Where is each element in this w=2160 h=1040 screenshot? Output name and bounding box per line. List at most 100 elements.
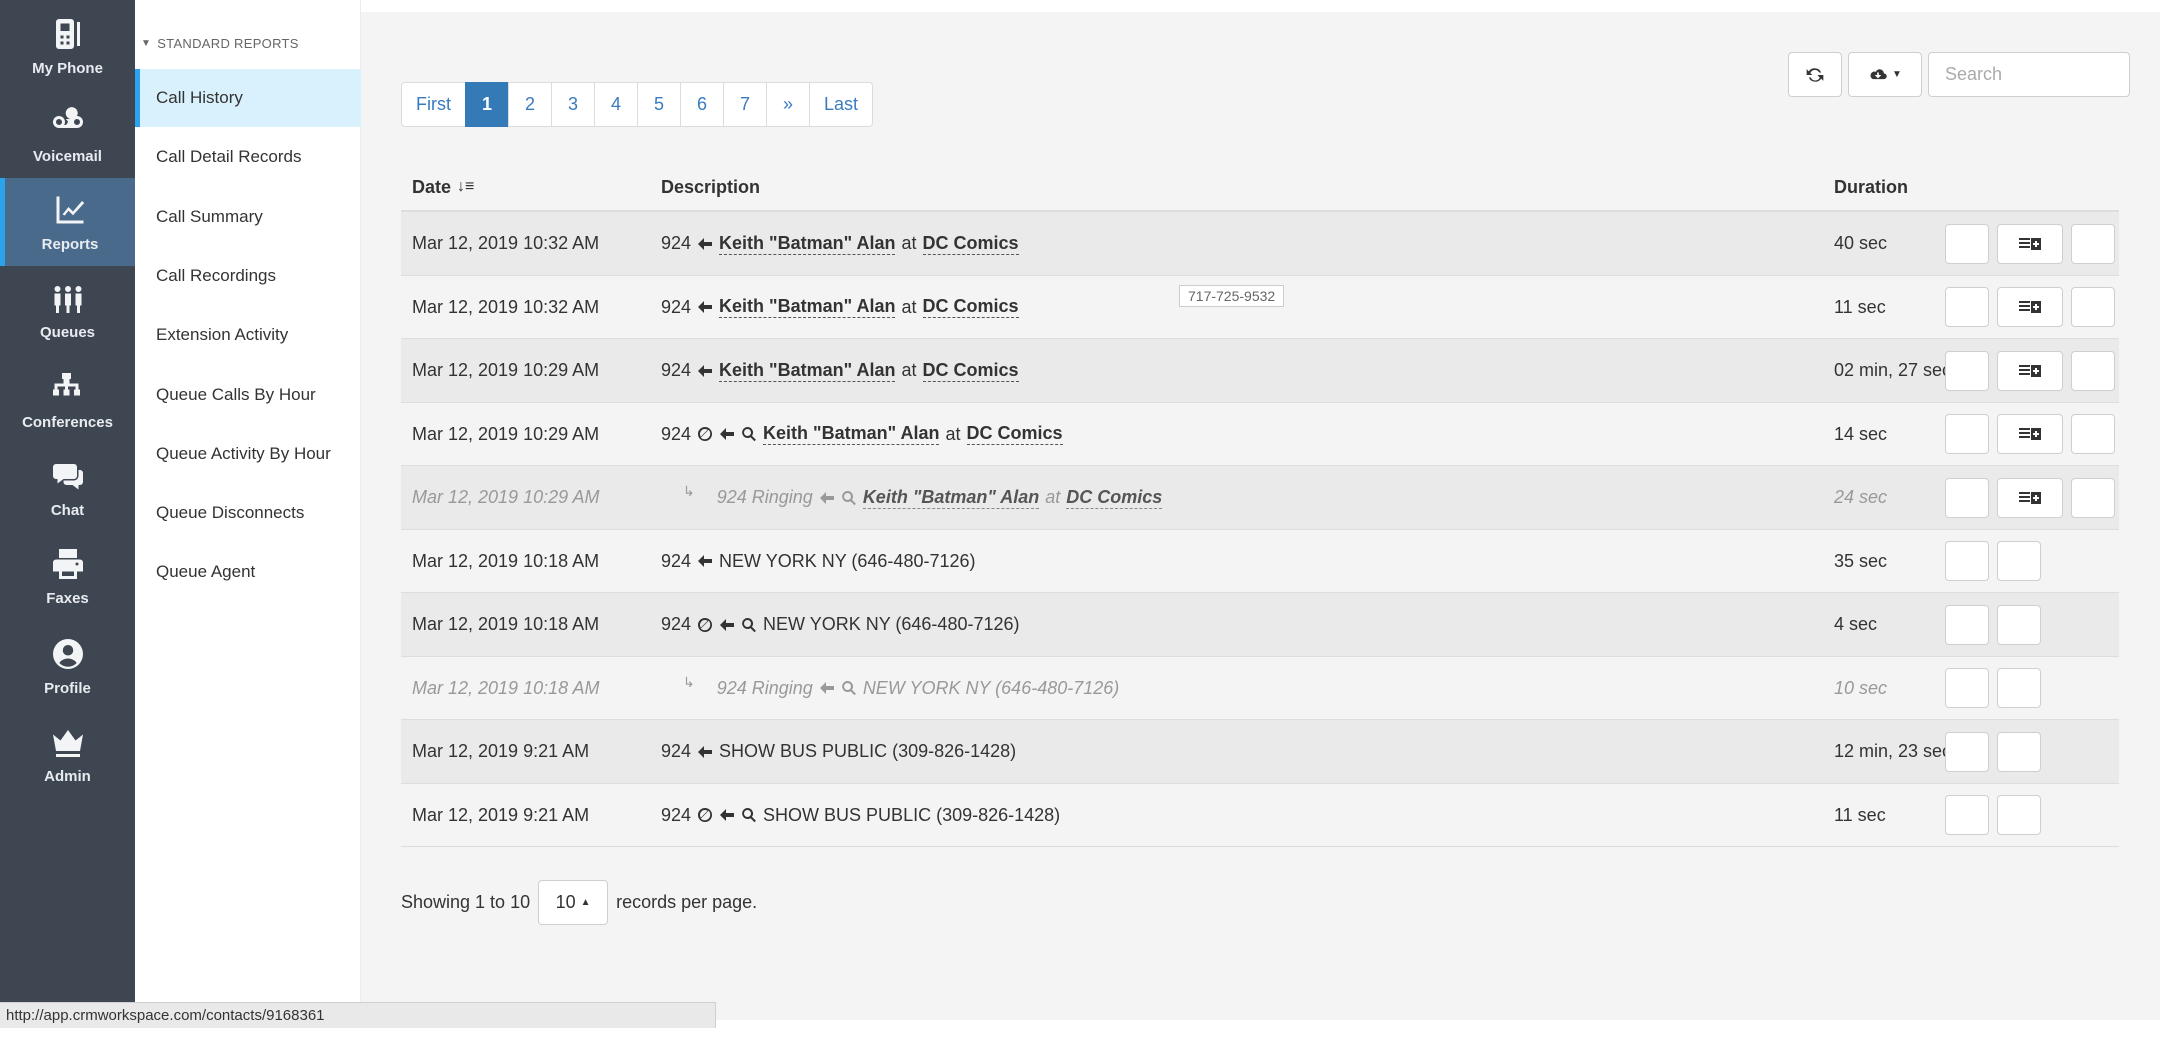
inbound-arrow-icon [697,236,713,252]
pager-5[interactable]: 5 [637,82,681,127]
rail-item-chat[interactable]: Chat [0,444,135,532]
company-link[interactable]: DC Comics [922,296,1019,318]
sub-call-icon: ↳ [683,673,695,690]
bottom-strip [0,1028,2160,1040]
block-number-button[interactable] [1945,477,1989,518]
call-duration: 02 min, 27 sec [1834,360,1952,380]
contact-link[interactable]: Keith "Batman" Alan [763,423,940,445]
call-description: 924 Keith "Batman" Alan at DC Comics [661,276,1019,339]
subnav-item-call-history[interactable]: Call History [135,69,361,127]
subnav-item-queue-calls-by-hour[interactable]: Queue Calls By Hour [135,366,361,424]
at-text: at [901,233,917,253]
rail-item-voicemail[interactable]: Voicemail [0,90,135,178]
extension: 924 [661,360,692,380]
pager-6[interactable]: 6 [680,82,724,127]
pager-7[interactable]: 7 [723,82,767,127]
rail-item-faxes[interactable]: Faxes [0,532,135,620]
block-number-button[interactable] [1945,795,1989,835]
subnav-item-queue-agent[interactable]: Queue Agent [135,543,361,601]
company-link[interactable]: DC Comics [1066,487,1163,509]
block-number-button[interactable] [1945,668,1989,708]
recording-button[interactable] [1997,604,2041,645]
subnav-item-call-detail-records[interactable]: Call Detail Records [135,128,361,186]
date-column-header[interactable]: Date ↓≡ [412,162,474,212]
showing-text: Showing 1 to 10 [401,892,531,912]
block-number-button[interactable] [1945,350,1989,391]
table-header: Date ↓≡ Description Duration [401,162,2119,212]
recording-button[interactable] [2071,287,2115,327]
pager-2[interactable]: 2 [508,82,552,127]
blocked-icon [697,617,713,633]
subnav-item-queue-disconnects[interactable]: Queue Disconnects [135,484,361,542]
note-add-icon [2018,363,2042,379]
contact-link[interactable]: Keith "Batman" Alan [719,360,896,382]
per-page-value: 10 [555,892,576,912]
add-note-button[interactable] [1997,477,2063,518]
add-note-button[interactable] [1997,414,2063,454]
recording-button[interactable] [2071,350,2115,391]
block-number-button[interactable] [1945,541,1989,581]
extension: 924 [661,614,692,634]
company-link[interactable]: DC Comics [966,423,1063,445]
rail-item-conferences[interactable]: Conferences [0,356,135,444]
crown-icon [52,729,83,757]
pager-last[interactable]: Last [809,82,874,127]
per-page-select[interactable]: 10 ▲ [538,880,609,925]
subnav-item-extension-activity[interactable]: Extension Activity [135,306,361,364]
subnav-header[interactable]: ▼ STANDARD REPORTS [141,36,299,51]
rail-item-label: Admin [44,767,91,785]
pager-3[interactable]: 3 [551,82,595,127]
company-link[interactable]: DC Comics [922,360,1019,382]
subnav-item-call-recordings[interactable]: Call Recordings [135,247,361,305]
recording-button[interactable] [1997,541,2041,581]
call-date: Mar 12, 2019 10:29 AM [412,423,600,444]
pager-1[interactable]: 1 [465,82,509,127]
company-link[interactable]: DC Comics [922,233,1019,255]
search-input[interactable] [1928,52,2130,97]
pager-first[interactable]: First [401,82,466,127]
block-number-button[interactable] [1945,223,1989,264]
recording-button[interactable] [2071,223,2115,264]
add-note-button[interactable] [1997,223,2063,264]
table-row: Mar 12, 2019 10:29 AM ↳ 924 Ringing Keith "… [401,466,2119,530]
blocked-icon [697,426,713,442]
call-description: ↳ 924 Ringing Keith "Batman" Alan at DC Comi… [683,466,1163,529]
subnav-item-call-summary[interactable]: Call Summary [135,188,361,246]
recording-button[interactable] [1997,668,2041,708]
export-dropdown-button[interactable]: ▼ [1848,52,1922,97]
block-number-button[interactable] [1945,287,1989,327]
recording-button[interactable] [2071,477,2115,518]
add-note-button[interactable] [1997,287,2063,327]
contact-link[interactable]: Keith "Batman" Alan [862,487,1040,509]
rail-item-reports[interactable]: Reports [0,178,135,266]
pager-next[interactable]: » [766,82,810,127]
block-number-button[interactable] [1945,414,1989,454]
row-actions [1945,212,2115,275]
refresh-icon [1806,67,1824,82]
caller-id: SHOW BUS PUBLIC (309-826-1428) [763,804,1061,825]
contact-link[interactable]: Keith "Batman" Alan [719,233,896,255]
caller-id: SHOW BUS PUBLIC (309-826-1428) [719,741,1017,761]
rail-item-queues[interactable]: Queues [0,266,135,354]
contact-link[interactable]: Keith "Batman" Alan [719,296,896,318]
caret-down-icon: ▼ [1892,69,1902,80]
rail-item-admin[interactable]: Admin [0,710,135,798]
call-description: ↳ 924 Ringing NEW YORK NY (646-480-7126) [683,657,1119,720]
note-add-icon [2018,236,2042,252]
refresh-button[interactable] [1788,52,1842,97]
block-number-button[interactable] [1945,731,1989,772]
app-rail: My Phone Voicemail Reports Queues Conference… [0,0,135,1040]
recording-button[interactable] [1997,731,2041,772]
block-number-button[interactable] [1945,604,1989,645]
recording-button[interactable] [1997,795,2041,835]
rail-item-my-phone[interactable]: My Phone [0,2,135,90]
recording-button[interactable] [2071,414,2115,454]
subnav-header-label: STANDARD REPORTS [157,36,299,51]
add-note-button[interactable] [1997,350,2063,391]
rail-item-label: Reports [41,235,99,253]
pager-4[interactable]: 4 [594,82,638,127]
row-actions [1945,339,2115,402]
rail-item-profile[interactable]: Profile [0,622,135,710]
subnav-item-queue-activity-by-hour[interactable]: Queue Activity By Hour [135,425,361,483]
call-duration: 35 sec [1834,550,1888,571]
